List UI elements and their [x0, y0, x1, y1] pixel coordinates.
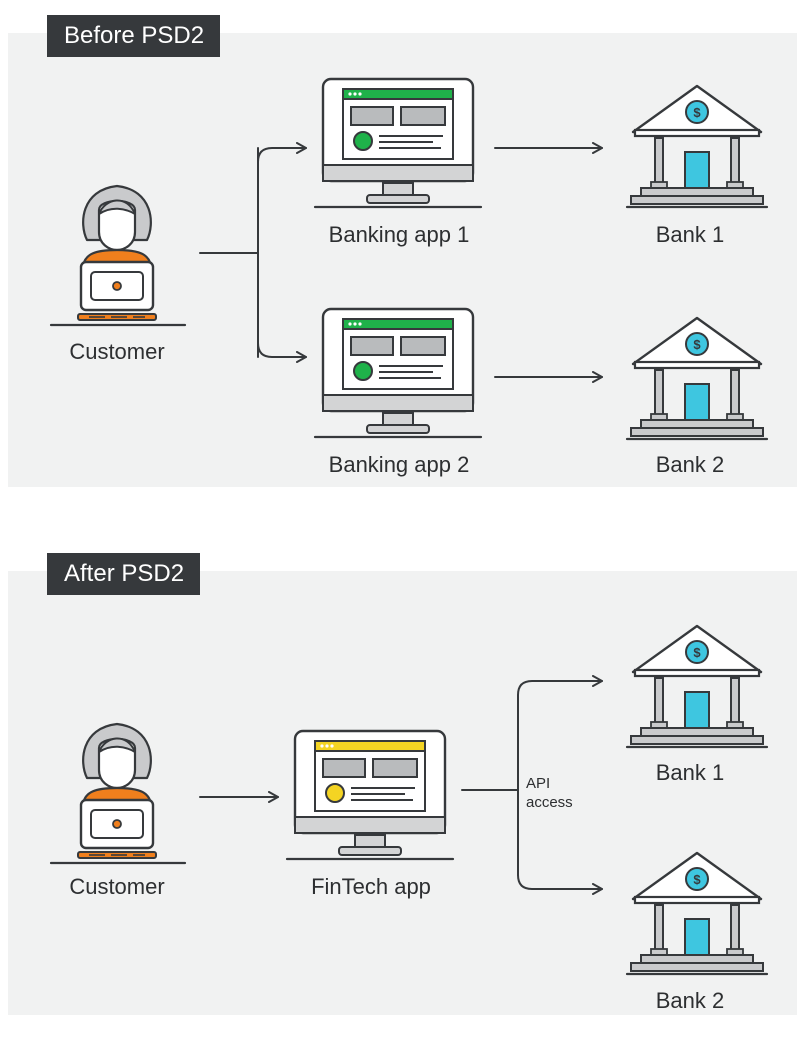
customer-icon: [49, 184, 187, 327]
fintech-to-banks-connector: [461, 694, 519, 876]
after-psd2-title: After PSD2: [47, 553, 201, 595]
api-access-label-line-1: API: [526, 775, 551, 792]
bank-1-icon: [625, 84, 769, 209]
customer-label: Customer: [69, 339, 165, 364]
bank-2-label: Bank 2: [655, 452, 725, 477]
arrow-api-to-bank-2: [517, 874, 603, 895]
api-access-label-line-2: access: [526, 794, 573, 811]
arrow-api-to-bank-1: [517, 675, 603, 696]
banking-app-1-icon: [313, 77, 483, 209]
bank-1-icon: [625, 624, 769, 749]
customer-icon: [49, 722, 187, 865]
arrow-to-banking-app-2: [257, 342, 307, 363]
bank-1-label: Bank 1: [655, 760, 725, 785]
fintech-app-label: FinTech app: [311, 874, 431, 899]
bank-2-icon: [625, 316, 769, 441]
bank-1-label: Bank 1: [655, 222, 725, 247]
bank-2-label: Bank 2: [655, 988, 725, 1013]
bank-2-icon: [625, 851, 769, 976]
customer-to-apps-connector: [199, 147, 259, 358]
banking-app-2-icon: [313, 307, 483, 439]
arrow-to-banking-app-1: [257, 142, 307, 163]
before-psd2-title: Before PSD2: [47, 15, 221, 57]
banking-app-2-label: Banking app 2: [328, 452, 470, 477]
banking-app-1-label: Banking app 1: [328, 222, 470, 247]
fintech-app-icon: [285, 729, 455, 861]
api-access-label: API access: [526, 774, 573, 812]
customer-label: Customer: [69, 874, 165, 899]
